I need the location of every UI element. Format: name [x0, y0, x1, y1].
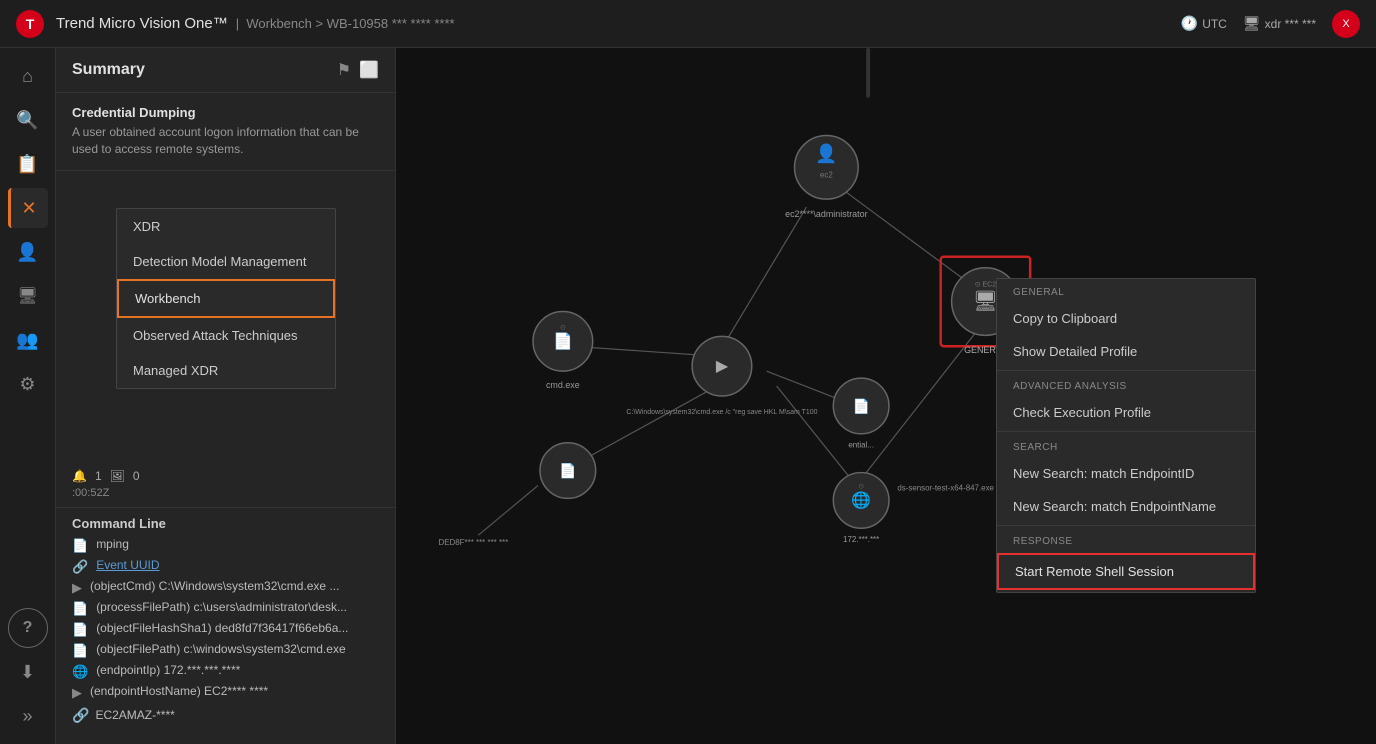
- detail-sub-icon: 📄: [72, 538, 88, 554]
- detail-row-0: ▶ (objectCmd) C:\Windows\system32\cmd.ex…: [72, 579, 379, 596]
- sidebar-item-users[interactable]: 👤: [8, 232, 48, 272]
- context-search-label: SEARCH: [997, 434, 1255, 457]
- context-check-execution[interactable]: Check Execution Profile: [997, 396, 1255, 429]
- tag-row: 🔗 EC2AMAZ-****: [72, 707, 379, 724]
- topbar-right: 🕐 UTC 🖥 xdr *** *** X: [1181, 10, 1360, 38]
- detail-row-3: 📄 (objectFilePath) c:\windows\system32\c…: [72, 642, 379, 659]
- main-layout: ⌂ 🔍 📋 ✕ 👤 🖥 👥 ⚙ ? ⬇ » Summary ⚑ ⬜ Creden…: [0, 48, 1376, 744]
- context-divider-3: [997, 525, 1255, 526]
- credential-desc: A user obtained account logon informatio…: [72, 124, 379, 158]
- sidebar-item-search[interactable]: 🔍: [8, 100, 48, 140]
- sidebar-item-help[interactable]: ?: [8, 608, 48, 648]
- dropdown-item-workbench[interactable]: Workbench: [117, 279, 335, 318]
- detail-icon-2: 📄: [72, 622, 88, 638]
- icon-sidebar: ⌂ 🔍 📋 ✕ 👤 🖥 👥 ⚙ ? ⬇ »: [0, 48, 56, 744]
- detail-subheading: 📄 mping: [72, 537, 379, 554]
- context-new-search-name[interactable]: New Search: match EndpointName: [997, 490, 1255, 523]
- sidebar-item-settings[interactable]: ⚙: [8, 364, 48, 404]
- user-info[interactable]: 🖥 xdr *** ***: [1243, 15, 1316, 32]
- detail-icon-3: 📄: [72, 643, 88, 659]
- details-section: Command Line 📄 mping 🔗 Event UUID ▶ (obj…: [56, 508, 395, 744]
- svg-text:▶: ▶: [716, 358, 729, 375]
- graph-area[interactable]: 👤 ec2 ec2****\administrator 🖥 ⊙ EC2 GENE…: [396, 48, 1376, 744]
- sidebar-item-xdr[interactable]: ✕: [8, 188, 48, 228]
- detail-icon-1: 📄: [72, 601, 88, 617]
- logo-letter: T: [26, 16, 35, 32]
- event-uuid-icon: 🔗: [72, 559, 88, 575]
- context-general-label: GENERAL: [997, 279, 1255, 302]
- context-menu: GENERAL Copy to Clipboard Show Detailed …: [996, 278, 1256, 593]
- context-divider-1: [997, 370, 1255, 371]
- detail-row-2: 📄 (objectFileHashSha1) ded8fd7f36417f66e…: [72, 621, 379, 638]
- app-title: Trend Micro Vision One™: [56, 15, 228, 32]
- breadcrumb: | Workbench > WB-10958 *** **** ****: [236, 16, 455, 31]
- context-copy-clipboard[interactable]: Copy to Clipboard: [997, 302, 1255, 335]
- context-divider-2: [997, 431, 1255, 432]
- credential-info: Credential Dumping A user obtained accou…: [56, 93, 395, 171]
- left-panel: Summary ⚑ ⬜ Credential Dumping A user ob…: [56, 48, 396, 744]
- alert-time: :00:52Z: [72, 487, 379, 499]
- dropdown-item-xdr[interactable]: XDR: [117, 209, 335, 244]
- sidebar-item-expand[interactable]: »: [8, 696, 48, 736]
- flag-icon[interactable]: ⚑: [337, 60, 351, 80]
- svg-text:📄: 📄: [852, 398, 869, 415]
- sidebar-item-home[interactable]: ⌂: [8, 56, 48, 96]
- sidebar-item-reports[interactable]: 📋: [8, 144, 48, 184]
- dropdown-item-detection[interactable]: Detection Model Management: [117, 244, 335, 279]
- context-show-profile[interactable]: Show Detailed Profile: [997, 335, 1255, 368]
- sensor-label: ds-sensor-test-x64-847.exe: [897, 483, 994, 492]
- details-heading: Command Line: [72, 516, 379, 531]
- detail-icon-0: ▶: [72, 580, 82, 596]
- svg-text:⊙: ⊙: [858, 483, 864, 490]
- sidebar-item-groups[interactable]: 👥: [8, 320, 48, 360]
- detail-row-1: 📄 (processFilePath) c:\users\administrat…: [72, 600, 379, 617]
- detail-row-5: ▶ (endpointHostName) EC2**** ****: [72, 684, 379, 701]
- export-icon[interactable]: ⬜: [359, 60, 379, 80]
- dropdown-item-oat[interactable]: Observed Attack Techniques: [117, 318, 335, 353]
- nav-dropdown: XDR Detection Model Management Workbench…: [116, 208, 336, 389]
- summary-header: Summary ⚑ ⬜: [56, 48, 395, 93]
- sidebar-item-deploy[interactable]: ⬇: [8, 652, 48, 692]
- svg-text:📄: 📄: [553, 331, 573, 350]
- sidebar-bottom: ? ⬇ »: [8, 608, 48, 744]
- user-avatar[interactable]: X: [1332, 10, 1360, 38]
- alert-count-row: 🔔 1 🖼 0: [72, 469, 379, 483]
- svg-text:ec2****\administrator: ec2****\administrator: [785, 209, 867, 219]
- detail-icon-4: 🌐: [72, 664, 88, 680]
- context-response-label: RESPONSE: [997, 528, 1255, 551]
- sidebar-item-endpoints[interactable]: 🖥: [8, 276, 48, 316]
- utc-indicator: 🕐 UTC: [1181, 15, 1227, 32]
- svg-text:📄: 📄: [559, 463, 576, 480]
- svg-text:ential...: ential...: [848, 441, 874, 450]
- svg-text:🌐: 🌐: [851, 490, 871, 509]
- node-file2[interactable]: 📄: [540, 443, 596, 499]
- svg-text:C:\Windows\system32\cmd.exe /c: C:\Windows\system32\cmd.exe /c "reg save…: [626, 409, 817, 416]
- svg-text:ec2: ec2: [820, 170, 833, 179]
- svg-text:⊙: ⊙: [560, 324, 566, 331]
- svg-text:172.***.***: 172.***.***: [843, 535, 879, 544]
- summary-actions: ⚑ ⬜: [337, 60, 379, 80]
- tag-label: EC2AMAZ-****: [95, 708, 174, 722]
- svg-text:👤: 👤: [815, 142, 837, 163]
- summary-title: Summary: [72, 61, 145, 79]
- svg-text:⊙ EC2: ⊙ EC2: [975, 282, 996, 289]
- dropdown-item-managed[interactable]: Managed XDR: [117, 353, 335, 388]
- tag-icon: 🔗: [72, 707, 89, 724]
- event-uuid-row: 🔗 Event UUID: [72, 558, 379, 575]
- context-new-search-id[interactable]: New Search: match EndpointID: [997, 457, 1255, 490]
- alert-info: 🔔 1 🖼 0 :00:52Z: [56, 461, 395, 508]
- detail-row-4: 🌐 (endpointIp) 172.***.***.****: [72, 663, 379, 680]
- svg-text:cmd.exe: cmd.exe: [546, 380, 580, 390]
- svg-text:🖥: 🖥: [973, 291, 998, 313]
- context-start-remote-shell[interactable]: Start Remote Shell Session: [997, 553, 1255, 590]
- event-uuid-link[interactable]: Event UUID: [96, 558, 159, 572]
- credential-title: Credential Dumping: [72, 105, 379, 120]
- detail-icon-5: ▶: [72, 685, 82, 701]
- hash-label: DED8F*** *** *** ***: [439, 538, 509, 547]
- topbar: T Trend Micro Vision One™ | Workbench > …: [0, 0, 1376, 48]
- brand-logo: T: [16, 10, 44, 38]
- context-advanced-label: ADVANCED ANALYSIS: [997, 373, 1255, 396]
